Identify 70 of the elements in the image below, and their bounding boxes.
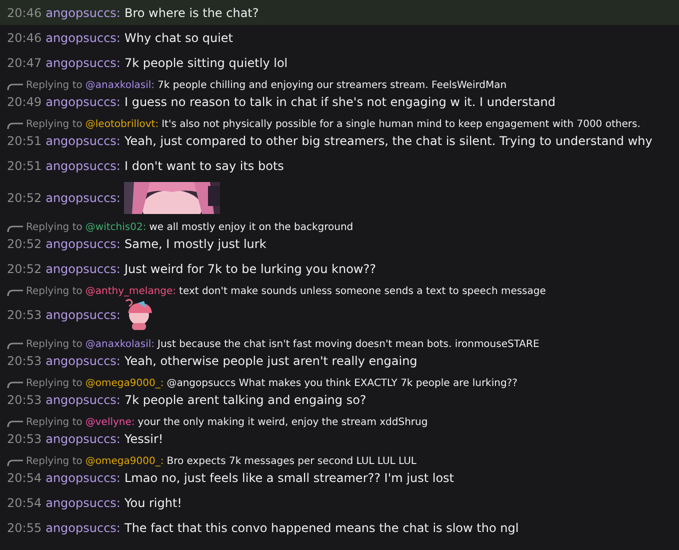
message-text: Same, I mostly just lurk <box>124 236 266 253</box>
message-text: I don't want to say its bots <box>124 158 284 175</box>
reply-text: we all mostly enjoy it on the background <box>149 221 354 235</box>
message-text: Why chat so quiet <box>124 30 233 47</box>
reply-username[interactable]: @leotobrillovt: <box>85 118 159 132</box>
message-text: Yeah, just compared to other big streamers, the chat is silent. Trying to understand why <box>124 133 652 150</box>
username[interactable]: angopsuccs: <box>46 157 120 175</box>
timestamp: 20:47 <box>7 55 42 72</box>
reply-label: Replying to <box>26 79 82 93</box>
message-text: Bro where is the chat? <box>124 5 259 22</box>
username[interactable]: angopsuccs: <box>46 430 120 448</box>
timestamp: 20:55 <box>7 520 42 537</box>
timestamp: 20:53 <box>7 353 42 370</box>
timestamp: 20:51 <box>7 158 42 175</box>
username[interactable]: angopsuccs: <box>46 29 120 47</box>
reply-label: Replying to <box>26 221 82 235</box>
reply-label: Replying to <box>26 285 82 299</box>
username[interactable]: angopsuccs: <box>46 260 120 278</box>
timestamp: 20:53 <box>7 431 42 448</box>
reply-username[interactable]: @witchis02: <box>85 221 146 235</box>
timestamp: 20:49 <box>7 94 42 111</box>
username[interactable]: angopsuccs: <box>46 93 120 111</box>
message-text: You right! <box>124 495 182 512</box>
timestamp: 20:53 <box>7 392 42 409</box>
timestamp: 20:52 <box>7 190 42 207</box>
timestamp: 20:51 <box>7 133 42 150</box>
timestamp: 20:52 <box>7 261 42 278</box>
reply-username[interactable]: @vellyne: <box>85 416 135 430</box>
username[interactable]: angopsuccs: <box>46 4 120 22</box>
message-text: Yessir! <box>124 431 164 448</box>
reply-text: Just because the chat isn't fast moving doesn't mean bots. ironmouseSTARE <box>158 338 540 352</box>
reply-text: @angopsuccs What makes you think EXACTLY 7k people are lurking?? <box>166 377 518 391</box>
reply-username[interactable]: @anthy_melange: <box>85 285 176 299</box>
username[interactable]: angopsuccs: <box>46 519 120 537</box>
timestamp: 20:54 <box>7 495 42 512</box>
reply-label: Replying to <box>26 118 82 132</box>
reply-text: your the only making it weird, enjoy the stream xddShrug <box>138 416 428 430</box>
reply-username[interactable]: @omega9000_: <box>85 455 164 469</box>
username[interactable]: angopsuccs: <box>46 469 120 487</box>
message-text: 7k people arent talking and engaing so? <box>124 392 366 409</box>
reply-text: text don't make sounds unless someone sends a text to speech message <box>179 285 546 299</box>
username[interactable]: angopsuccs: <box>46 391 120 409</box>
reply-label: Replying to <box>26 416 82 430</box>
message-text: Lmao no, just feels like a small streamer?? I'm just lost <box>124 470 454 487</box>
reply-username[interactable]: @anaxkolasil: <box>85 338 154 352</box>
reply-username[interactable]: @anaxkolasil: <box>85 79 154 93</box>
username[interactable]: angopsuccs: <box>46 189 120 207</box>
username[interactable]: angopsuccs: <box>46 132 120 150</box>
username[interactable]: angopsuccs: <box>46 306 120 324</box>
username[interactable]: angopsuccs: <box>46 494 120 512</box>
timestamp: 20:46 <box>7 5 42 22</box>
reply-text: It's also not physically possible for a single human mind to keep engagement with 7000 others. <box>162 118 640 132</box>
reply-username[interactable]: @omega9000_: <box>85 377 164 391</box>
timestamp: 20:46 <box>7 30 42 47</box>
timestamp: 20:53 <box>7 307 42 324</box>
reply-text: 7k people chilling and enjoying our streamers stream. FeelsWeirdMan <box>158 79 507 93</box>
message-text: Just weird for 7k to be lurking you know?? <box>124 261 376 278</box>
message-text: I guess no reason to talk in chat if she's not engaging w it. I understand <box>124 94 556 111</box>
reply-label: Replying to <box>26 338 82 352</box>
timestamp: 20:52 <box>7 236 42 253</box>
reply-text: Bro expects 7k messages per second LUL LUL LUL <box>166 455 416 469</box>
username[interactable]: angopsuccs: <box>46 54 120 72</box>
reply-label: Replying to <box>26 377 82 391</box>
reply-label: Replying to <box>26 455 82 469</box>
message-text: Yeah, otherwise people just aren't really engaing <box>124 353 418 370</box>
username[interactable]: angopsuccs: <box>46 352 120 370</box>
message-text: 7k people sitting quietly lol <box>124 55 288 72</box>
username[interactable]: angopsuccs: <box>46 235 120 253</box>
timestamp: 20:54 <box>7 470 42 487</box>
message-text: The fact that this convo happened means the chat is slow tho ngl <box>124 520 519 537</box>
